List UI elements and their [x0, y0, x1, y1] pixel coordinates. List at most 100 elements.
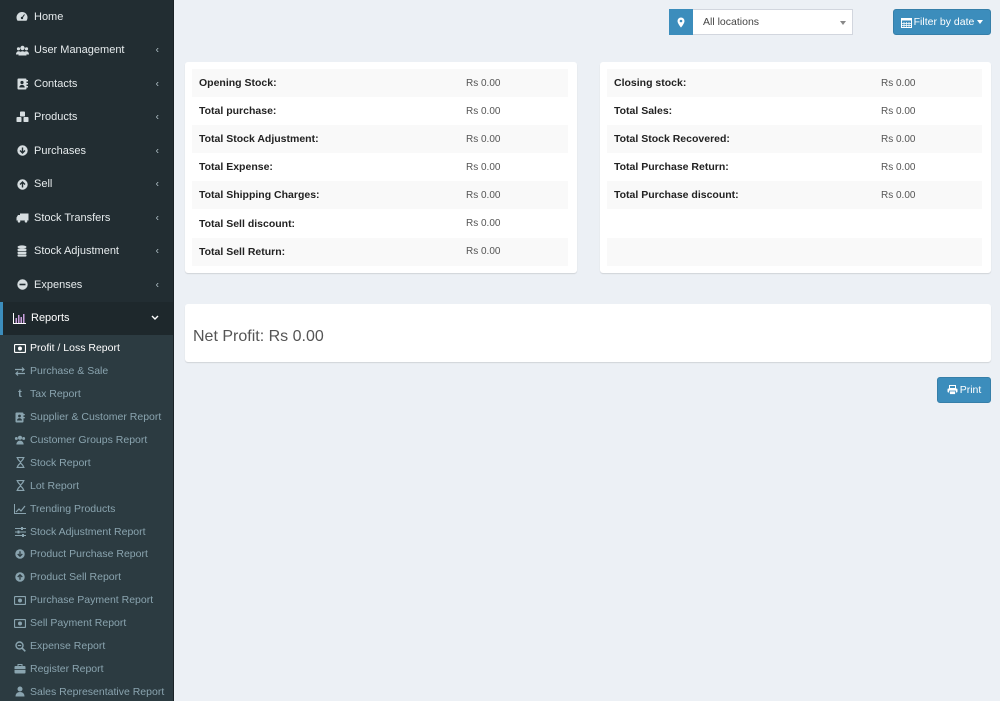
dashboard-icon — [15, 10, 29, 24]
submenu-item-label: Purchase & Sale — [30, 365, 109, 378]
filter-by-date-label: Filter by date — [913, 16, 975, 28]
submenu-item-label: Trending Products — [30, 502, 116, 515]
submenu-item-product-purchase-report[interactable]: Product Purchase Report — [0, 543, 173, 566]
submenu-item-stock-adjustment-report[interactable]: Stock Adjustment Report — [0, 520, 173, 543]
sidebar-item-reports[interactable]: Reports — [0, 301, 173, 335]
sidebar-item-sell[interactable]: Sell ‹ — [0, 168, 173, 202]
submenu-item-label: Lot Report — [30, 479, 80, 492]
row-label: Opening Stock: — [199, 77, 277, 90]
briefcase-icon — [14, 663, 26, 675]
chevron-left-icon: ‹ — [155, 178, 159, 190]
line-chart-icon — [14, 503, 26, 515]
closing-summary-table: Closing stock: Rs 0.00 Total Sales: Rs 0.0… — [607, 69, 982, 266]
truck-icon — [15, 211, 29, 225]
sidebar-item-expenses[interactable]: Expenses ‹ — [0, 268, 173, 302]
chevron-left-icon: ‹ — [155, 279, 159, 291]
submenu-item-register-report[interactable]: Register Report — [0, 657, 173, 680]
sidebar-item-label: Home — [34, 10, 64, 23]
net-profit: Net Profit: Rs 0.00 — [193, 328, 324, 346]
row-value: Rs 0.00 — [466, 218, 501, 230]
sidebar: Home User Management ‹ Contacts ‹ Produc… — [0, 0, 174, 701]
submenu-item-label: Product Sell Report — [30, 571, 122, 584]
sidebar-item-label: Stock Transfers — [34, 211, 111, 224]
row-label: Closing stock: — [614, 77, 687, 90]
submenu-item-sales-representative-report[interactable]: Sales Representative Report — [0, 680, 173, 701]
row-value: Rs 0.00 — [466, 161, 501, 173]
table-row: Total Purchase Return: Rs 0.00 — [607, 153, 982, 181]
sidebar-item-contacts[interactable]: Contacts ‹ — [0, 67, 173, 101]
row-label: Total Stock Adjustment: — [199, 133, 319, 146]
bar-chart-icon — [12, 311, 26, 325]
sidebar-item-label: Expenses — [34, 278, 83, 291]
hourglass-icon — [14, 457, 26, 469]
row-value: Rs 0.00 — [881, 189, 916, 201]
money-icon — [14, 594, 26, 606]
table-row: Total Purchase discount: Rs 0.00 — [607, 181, 982, 210]
table-row: Opening Stock: Rs 0.00 — [192, 69, 568, 98]
submenu-item-sell-payment-report[interactable]: Sell Payment Report — [0, 612, 173, 635]
arrow-circle-up-icon — [14, 571, 26, 583]
arrow-circle-down-icon — [15, 144, 29, 158]
sidebar-item-user-management[interactable]: User Management ‹ — [0, 34, 173, 68]
submenu-item-lot-report[interactable]: Lot Report — [0, 474, 173, 497]
print-button[interactable]: Print — [937, 377, 991, 403]
opening-summary-table: Opening Stock: Rs 0.00 Total purchase: Rs … — [192, 69, 568, 266]
submenu-item-trending-products[interactable]: Trending Products — [0, 497, 173, 520]
exchange-icon — [14, 365, 26, 377]
sidebar-item-label: Sell — [34, 178, 53, 191]
map-marker-icon — [669, 9, 693, 35]
row-value: Rs 0.00 — [466, 246, 501, 258]
money-icon — [14, 617, 26, 629]
submenu-item-label: Product Purchase Report — [30, 548, 148, 561]
row-label: Total purchase: — [199, 105, 277, 118]
row-label: Total Purchase discount: — [614, 189, 739, 202]
submenu-item-label: Supplier & Customer Report — [30, 411, 162, 424]
tumblr-icon: t — [18, 388, 22, 401]
sliders-icon — [14, 526, 26, 538]
sidebar-item-products[interactable]: Products ‹ — [0, 101, 173, 135]
sidebar-item-home[interactable]: Home — [0, 0, 173, 34]
row-value: Rs 0.00 — [881, 133, 916, 145]
submenu-item-purchase-payment-report[interactable]: Purchase Payment Report — [0, 589, 173, 612]
submenu-item-product-sell-report[interactable]: Product Sell Report — [0, 566, 173, 589]
submenu-item-tax-report[interactable]: t Tax Report — [0, 383, 173, 406]
table-row: Total Sell discount: Rs 0.00 — [192, 209, 568, 237]
row-label: Total Sell discount: — [199, 217, 296, 230]
users-icon — [14, 434, 26, 446]
submenu-item-label: Sales Representative Report — [30, 685, 165, 698]
print-icon — [947, 385, 958, 395]
sidebar-item-stock-adjustment[interactable]: Stock Adjustment ‹ — [0, 235, 173, 269]
submenu-item-supplier-customer-report[interactable]: Supplier & Customer Report — [0, 406, 173, 429]
net-profit-box: Net Profit: Rs 0.00 — [185, 304, 991, 362]
row-label: Total Expense: — [199, 161, 273, 174]
location-select[interactable]: All locations — [693, 9, 853, 35]
address-book-icon — [14, 411, 26, 423]
sidebar-item-stock-transfers[interactable]: Stock Transfers ‹ — [0, 201, 173, 235]
chevron-left-icon: ‹ — [155, 78, 159, 90]
table-row: Total Expense: Rs 0.00 — [192, 153, 568, 181]
submenu-item-profit-loss-report[interactable]: Profit / Loss Report — [0, 337, 173, 360]
submenu-item-label: Profit / Loss Report — [30, 342, 120, 355]
row-label: Total Stock Recovered: — [614, 133, 730, 146]
row-value: Rs 0.00 — [466, 133, 501, 145]
caret-down-icon — [840, 21, 846, 25]
net-profit-label: Net Profit: — [193, 328, 265, 345]
location-filter: All locations — [669, 9, 853, 35]
submenu-item-stock-report[interactable]: Stock Report — [0, 451, 173, 474]
row-value: Rs 0.00 — [881, 161, 916, 173]
submenu-item-customer-groups-report[interactable]: Customer Groups Report — [0, 429, 173, 452]
submenu-item-purchase-sale[interactable]: Purchase & Sale — [0, 360, 173, 383]
sidebar-item-purchases[interactable]: Purchases ‹ — [0, 134, 173, 168]
sidebar-item-label: Reports — [31, 312, 70, 325]
filter-by-date-button[interactable]: Filter by date — [893, 9, 991, 35]
table-row: Total purchase: Rs 0.00 — [192, 97, 568, 125]
row-value: Rs 0.00 — [881, 105, 916, 117]
caret-down-icon — [977, 20, 984, 24]
address-book-icon — [15, 77, 29, 91]
sidebar-item-label: User Management — [34, 44, 125, 57]
row-label: Total Sell Return: — [199, 245, 286, 258]
calendar-icon — [900, 17, 912, 28]
chevron-left-icon: ‹ — [155, 212, 159, 224]
submenu-item-expense-report[interactable]: Expense Report — [0, 635, 173, 658]
reports-submenu: Profit / Loss Report Purchase & Sale t T… — [0, 335, 173, 701]
